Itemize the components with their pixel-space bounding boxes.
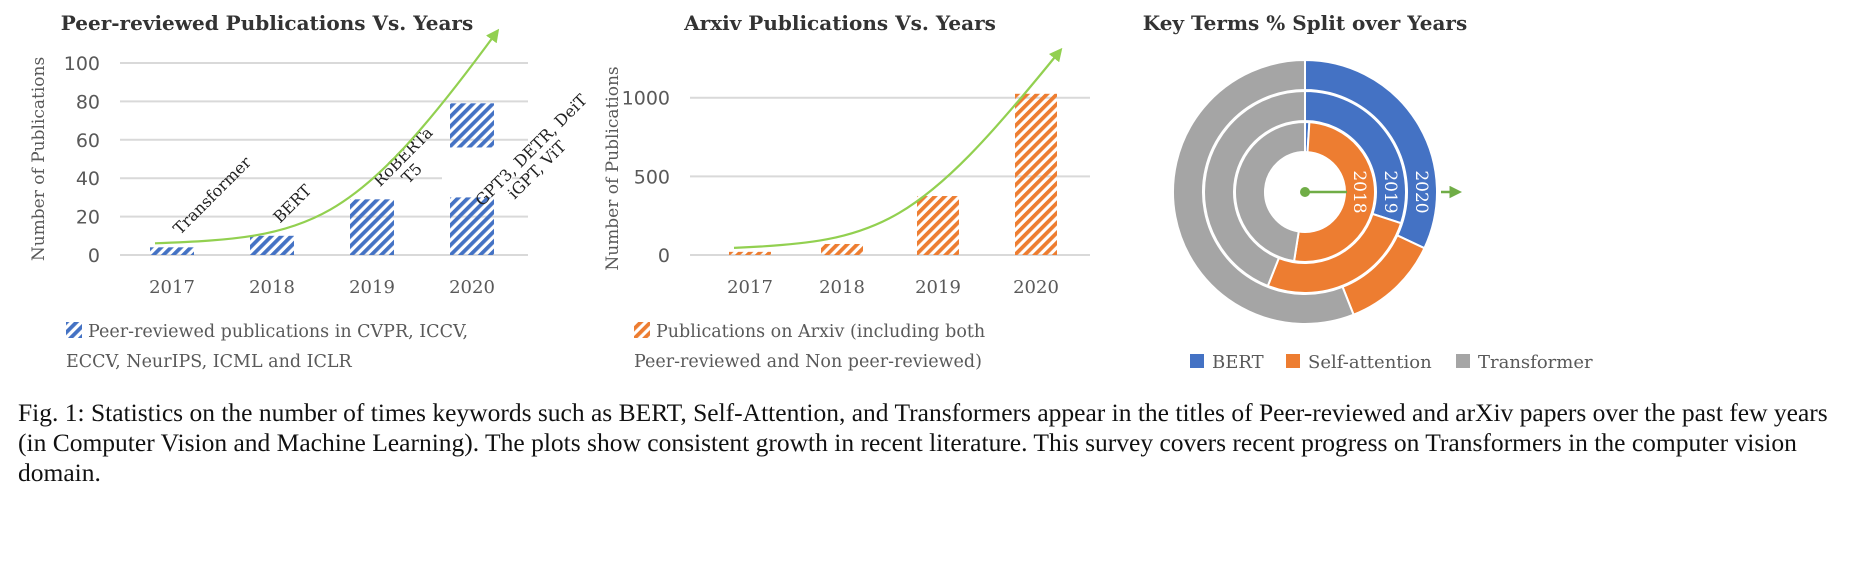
y-tick-label: 60 bbox=[76, 130, 100, 152]
chart-title: Arxiv Publications Vs. Years bbox=[683, 11, 996, 35]
y-tick-label: 0 bbox=[88, 245, 100, 267]
y-tick-label: 80 bbox=[76, 91, 100, 113]
chart-title: Peer-reviewed Publications Vs. Years bbox=[61, 11, 473, 35]
annotation-line: Transformer bbox=[169, 152, 255, 238]
ring-label: 2019 bbox=[1380, 170, 1400, 213]
legend-label: BERT bbox=[1212, 352, 1264, 373]
ring-label: 2018 bbox=[1349, 170, 1369, 213]
legend-swatch bbox=[1286, 354, 1300, 368]
bar bbox=[250, 235, 294, 255]
bar-annotation: Transformer bbox=[169, 152, 255, 238]
x-tick-label: 2017 bbox=[149, 277, 195, 298]
legend-swatch bbox=[66, 322, 82, 338]
bar bbox=[1015, 93, 1057, 255]
bar bbox=[821, 243, 863, 255]
ring-label: 2020 bbox=[1411, 170, 1431, 213]
bar bbox=[150, 247, 194, 255]
trend-arrow bbox=[733, 47, 1063, 249]
legend-swatch bbox=[634, 322, 650, 338]
key-terms-donut-chart: Key Terms % Split over Years 2018 2019 2020… bbox=[1143, 11, 1593, 373]
legend-label: Self-attention bbox=[1308, 352, 1432, 373]
figure-caption: Fig. 1: Statistics on the number of time… bbox=[18, 398, 1828, 487]
y-tick-label: 1000 bbox=[622, 88, 670, 110]
bar bbox=[350, 199, 394, 255]
legend-label: Peer-reviewed publications in CVPR, ICCV… bbox=[66, 322, 468, 372]
legend-line: Publications on Arxiv (including both bbox=[656, 322, 985, 342]
bar-annotation: RoBERTaT5 bbox=[369, 123, 449, 203]
bar bbox=[917, 196, 959, 255]
chart-title: Key Terms % Split over Years bbox=[1143, 11, 1467, 35]
legend-swatch bbox=[1190, 354, 1204, 368]
bar bbox=[729, 251, 771, 255]
y-tick-label: 40 bbox=[76, 168, 100, 190]
y-tick-label: 20 bbox=[76, 207, 100, 229]
legend-label: Transformer bbox=[1478, 352, 1593, 373]
x-tick-label: 2019 bbox=[915, 277, 961, 298]
legend-label: Publications on Arxiv (including both Pee… bbox=[634, 322, 985, 372]
y-tick-label: 100 bbox=[64, 53, 100, 75]
x-tick-label: 2020 bbox=[449, 277, 495, 298]
x-tick-label: 2018 bbox=[819, 277, 865, 298]
figure: Peer-reviewed Publications Vs. Years 0 20 4… bbox=[29, 11, 1593, 373]
legend-swatch bbox=[1456, 354, 1470, 368]
legend-line: ECCV, NeurIPS, ICML and ICLR bbox=[66, 352, 353, 372]
y-axis-label: Number of Publications bbox=[603, 66, 623, 270]
x-tick-label: 2018 bbox=[249, 277, 295, 298]
y-tick-label: 0 bbox=[658, 245, 670, 267]
y-tick-label: 500 bbox=[634, 166, 670, 188]
y-axis-label: Number of Publications bbox=[29, 57, 49, 261]
legend-line: Peer-reviewed publications in CVPR, ICCV… bbox=[88, 322, 468, 342]
peer-reviewed-chart: Peer-reviewed Publications Vs. Years 0 20 4… bbox=[29, 11, 591, 372]
legend-line: Peer-reviewed and Non peer-reviewed) bbox=[634, 352, 982, 372]
arxiv-chart: Arxiv Publications Vs. Years 0 500 1000Numb… bbox=[603, 11, 1090, 372]
x-tick-label: 2017 bbox=[727, 277, 773, 298]
x-tick-label: 2020 bbox=[1013, 277, 1059, 298]
x-tick-label: 2019 bbox=[349, 277, 395, 298]
